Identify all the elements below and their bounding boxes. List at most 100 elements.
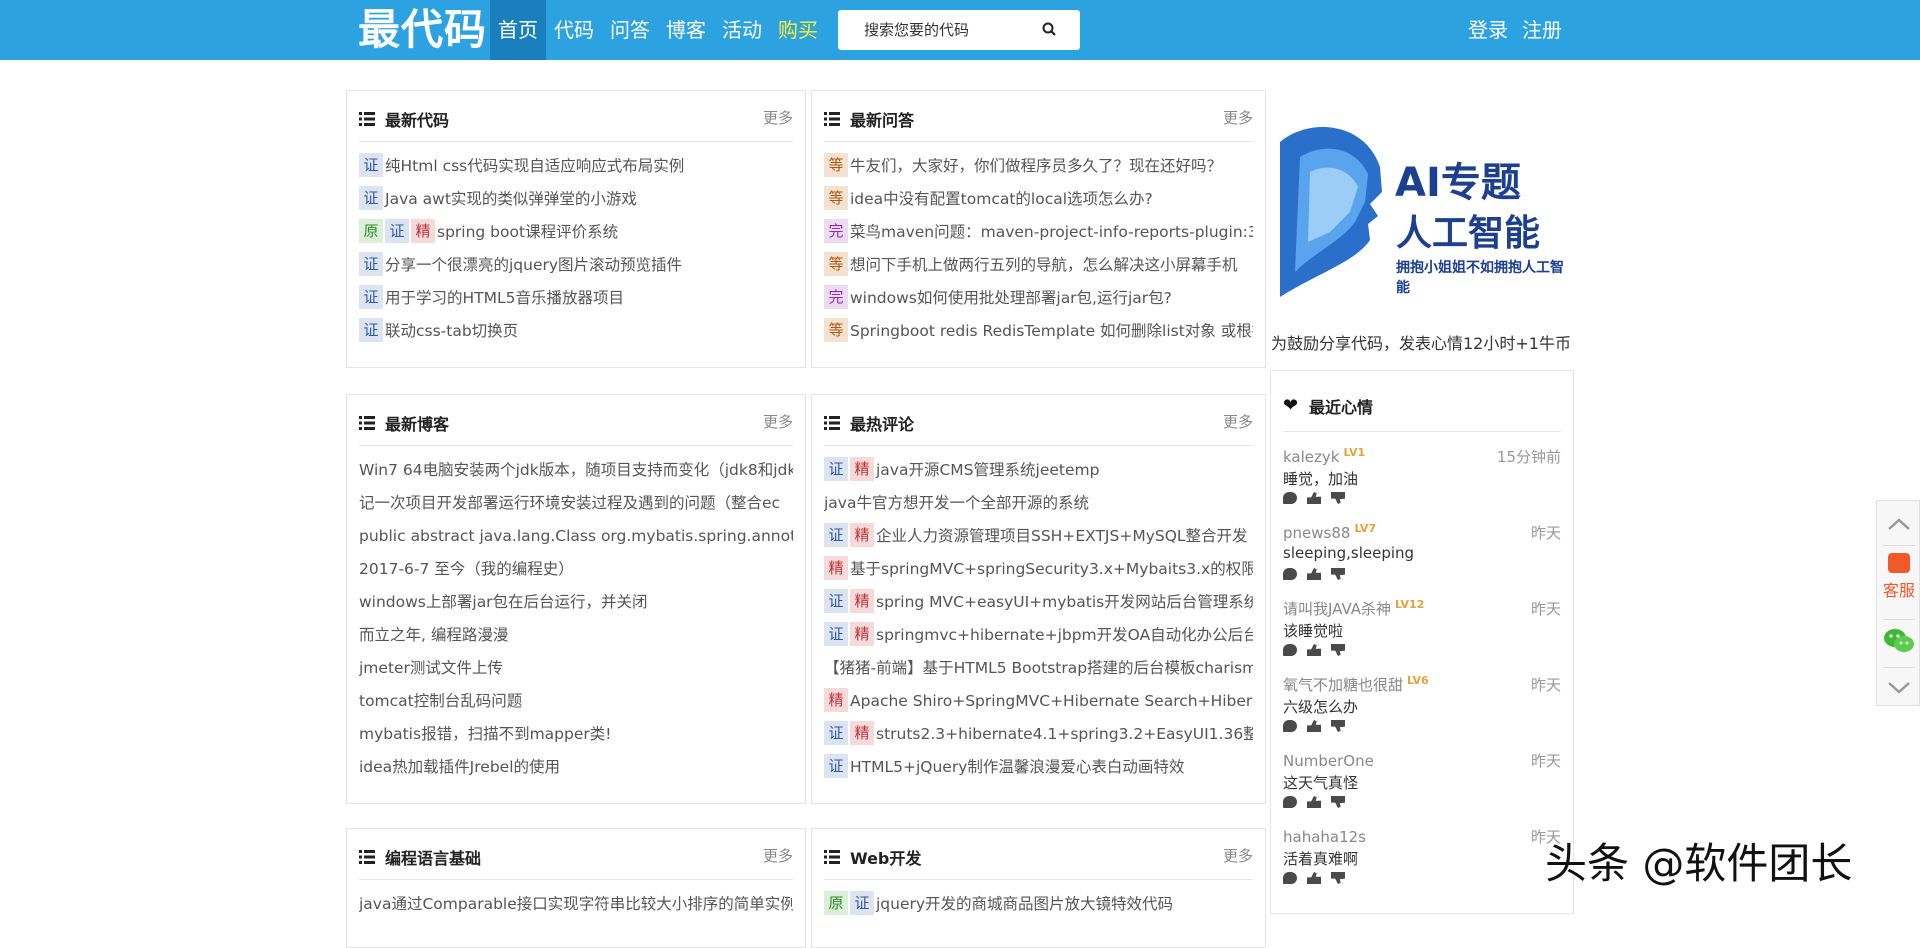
- list-item[interactable]: 原证精 spring boot课程评价系统: [359, 216, 793, 249]
- list-item[interactable]: windows上部署jar包在后台运行，并关闭: [359, 586, 793, 619]
- search-icon[interactable]: [1042, 22, 1056, 36]
- list-item[interactable]: 证纯Html css代码实现自适应响应式布局实例: [359, 150, 793, 183]
- thumbs-up-icon[interactable]: [1307, 644, 1321, 656]
- more-link[interactable]: 更多: [1223, 845, 1253, 866]
- item-title: 记一次项目开发部署运行环境安装过程及遇到的问题（整合ec: [359, 494, 781, 512]
- list-item[interactable]: 记一次项目开发部署运行环境安装过程及遇到的问题（整合ec: [359, 487, 793, 520]
- list-item[interactable]: 证精 java开源CMS管理系统jeetemp: [824, 454, 1253, 487]
- mood-user[interactable]: NumberOne: [1283, 750, 1378, 770]
- tag-badge: 证: [824, 721, 848, 745]
- list-item[interactable]: java通过Comparable接口实现字符串比较大小排序的简单实例: [359, 888, 793, 921]
- list-item[interactable]: 证分享一个很漂亮的jquery图片滚动预览插件: [359, 249, 793, 282]
- nav-home[interactable]: 首页: [490, 0, 546, 60]
- customer-service-button[interactable]: 客服: [1877, 553, 1920, 613]
- list-item[interactable]: 等 Springboot redis RedisTemplate 如何删除list…: [824, 315, 1253, 348]
- more-link[interactable]: 更多: [763, 411, 793, 432]
- list-item[interactable]: 证精 struts2.3+hibernate4.1+spring3.2+EasyU…: [824, 718, 1253, 751]
- item-title: Springboot redis RedisTemplate 如何删除list对…: [850, 322, 1253, 340]
- more-link[interactable]: 更多: [1223, 411, 1253, 432]
- mood-username[interactable]: kalezyk: [1283, 448, 1339, 466]
- item-list: 证精 java开源CMS管理系统jeetemp java牛官方想开发一个全部开源的系…: [824, 454, 1253, 784]
- thumbs-down-icon[interactable]: [1331, 720, 1345, 732]
- list-item[interactable]: 证 Java awt实现的类似弹弹堂的小游戏: [359, 183, 793, 216]
- comment-icon[interactable]: [1283, 644, 1297, 656]
- mood-user[interactable]: hahaha12s: [1283, 826, 1370, 846]
- list-item[interactable]: 完 windows如何使用批处理部署jar包,运行jar包?: [824, 282, 1253, 315]
- mood-time: 昨天: [1530, 676, 1561, 694]
- mood-username[interactable]: hahaha12s: [1283, 828, 1366, 846]
- comment-icon[interactable]: [1283, 568, 1297, 580]
- comment-icon[interactable]: [1283, 720, 1297, 732]
- tag-badge: 等: [824, 252, 848, 276]
- search-input[interactable]: 搜索您要的代码: [838, 10, 1080, 50]
- mood-item: 请叫我JAVA杀神 LV12 昨天 该睡觉啦: [1283, 584, 1561, 660]
- thumbs-up-icon[interactable]: [1307, 872, 1321, 884]
- list-item[interactable]: 证用于学习的HTML5音乐播放器项目: [359, 282, 793, 315]
- thumbs-down-icon[interactable]: [1331, 872, 1345, 884]
- list-item[interactable]: idea热加载插件Jrebel的使用: [359, 751, 793, 784]
- mood-user[interactable]: pnews88 LV7: [1283, 522, 1376, 542]
- list-item[interactable]: 等想问下手机上做两行五列的导航，怎么解决这小屏幕手机: [824, 249, 1253, 282]
- list-item[interactable]: 证精企业人力资源管理项目SSH+EXTJS+MySQL整合开发: [824, 520, 1253, 553]
- list-item[interactable]: 等牛友们，大家好，你们做程序员多久了？现在还好吗？: [824, 150, 1253, 183]
- scroll-up-button[interactable]: [1877, 509, 1920, 539]
- list-item[interactable]: Win7 64电脑安装两个jdk版本，随项目支持而变化（jdk8和jdk: [359, 454, 793, 487]
- nav-activity[interactable]: 活动: [714, 0, 770, 60]
- mood-time: 15分钟前: [1496, 448, 1561, 466]
- more-link[interactable]: 更多: [763, 107, 793, 128]
- list-item[interactable]: 而立之年, 编程路漫漫: [359, 619, 793, 652]
- nav-code[interactable]: 代码: [546, 0, 602, 60]
- comment-icon[interactable]: [1283, 796, 1297, 808]
- list-item[interactable]: java牛官方想开发一个全部开源的系统: [824, 487, 1253, 520]
- nav-blog[interactable]: 博客: [658, 0, 714, 60]
- list-item[interactable]: 证精 spring MVC+easyUI+mybatis开发网站后台管理系统源: [824, 586, 1253, 619]
- comment-icon[interactable]: [1283, 492, 1297, 504]
- list-item[interactable]: public abstract java.lang.Class org.myba…: [359, 520, 793, 553]
- list-item[interactable]: 原证 jquery开发的商城商品图片放大镜特效代码: [824, 888, 1253, 921]
- list-item[interactable]: 精 Apache Shiro+SpringMVC+Hibernate Search…: [824, 685, 1253, 718]
- scroll-down-button[interactable]: [1877, 673, 1920, 703]
- panel-title: Web开发: [850, 849, 922, 868]
- list-item[interactable]: 证 HTML5+jQuery制作温馨浪漫爱心表白动画特效: [824, 751, 1253, 784]
- login-link[interactable]: 登录: [1468, 0, 1508, 60]
- mood-username[interactable]: NumberOne: [1283, 752, 1374, 770]
- thumbs-down-icon[interactable]: [1331, 568, 1345, 580]
- mood-username[interactable]: 氧气不加糖也很甜: [1283, 676, 1403, 694]
- thumbs-down-icon[interactable]: [1331, 644, 1345, 656]
- thumbs-down-icon[interactable]: [1331, 796, 1345, 808]
- tag-badge: 精: [850, 721, 874, 745]
- list-item[interactable]: 证精 springmvc+hibernate+jbpm开发OA自动化办公后台管: [824, 619, 1253, 652]
- mood-user[interactable]: 请叫我JAVA杀神 LV12: [1283, 598, 1424, 619]
- list-item[interactable]: 精基于springMVC+springSecurity3.x+Mybaits3.…: [824, 553, 1253, 586]
- list-item[interactable]: mybatis报错，扫描不到mapper类!: [359, 718, 793, 751]
- more-link[interactable]: 更多: [1223, 107, 1253, 128]
- thumbs-up-icon[interactable]: [1307, 492, 1321, 504]
- more-link[interactable]: 更多: [763, 845, 793, 866]
- list-item[interactable]: 【猪猪-前端】基于HTML5 Bootstrap搭建的后台模板charism: [824, 652, 1253, 685]
- panel-header: 最新问答 更多: [824, 91, 1253, 142]
- mood-user[interactable]: kalezyk LV1: [1283, 446, 1365, 466]
- wechat-icon: [1884, 629, 1914, 652]
- wechat-button[interactable]: [1877, 627, 1920, 661]
- mood-username[interactable]: pnews88: [1283, 524, 1350, 542]
- list-item[interactable]: 完菜鸟maven问题：maven-project-info-reports-pl…: [824, 216, 1253, 249]
- list-item[interactable]: 证联动css-tab切换页: [359, 315, 793, 348]
- list-item[interactable]: 2017-6-7 至今（我的编程史）: [359, 553, 793, 586]
- thumbs-up-icon[interactable]: [1307, 720, 1321, 732]
- nav-qa[interactable]: 问答: [602, 0, 658, 60]
- comment-icon[interactable]: [1283, 872, 1297, 884]
- ai-topic-banner[interactable]: AI专题 人工智能 拥抱小姐姐不如拥抱人工智能: [1270, 112, 1570, 302]
- site-logo[interactable]: 最代码: [358, 4, 487, 56]
- list-item[interactable]: jmeter测试文件上传: [359, 652, 793, 685]
- mood-user[interactable]: 氧气不加糖也很甜 LV6: [1283, 674, 1429, 695]
- list-item[interactable]: tomcat控制台乱码问题: [359, 685, 793, 718]
- thumbs-up-icon[interactable]: [1307, 796, 1321, 808]
- nav-buy[interactable]: 购买: [770, 0, 826, 60]
- mood-list: kalezyk LV1 15分钟前 睡觉，加油 pnews88 LV7 昨天 sleeping…: [1271, 432, 1573, 888]
- list-item[interactable]: 等 idea中没有配置tomcat的local选项怎么办?: [824, 183, 1253, 216]
- register-link[interactable]: 注册: [1522, 0, 1562, 60]
- thumbs-down-icon[interactable]: [1331, 492, 1345, 504]
- thumbs-up-icon[interactable]: [1307, 568, 1321, 580]
- mood-username[interactable]: 请叫我JAVA杀神: [1283, 600, 1391, 618]
- tag-badge: 证: [359, 318, 383, 342]
